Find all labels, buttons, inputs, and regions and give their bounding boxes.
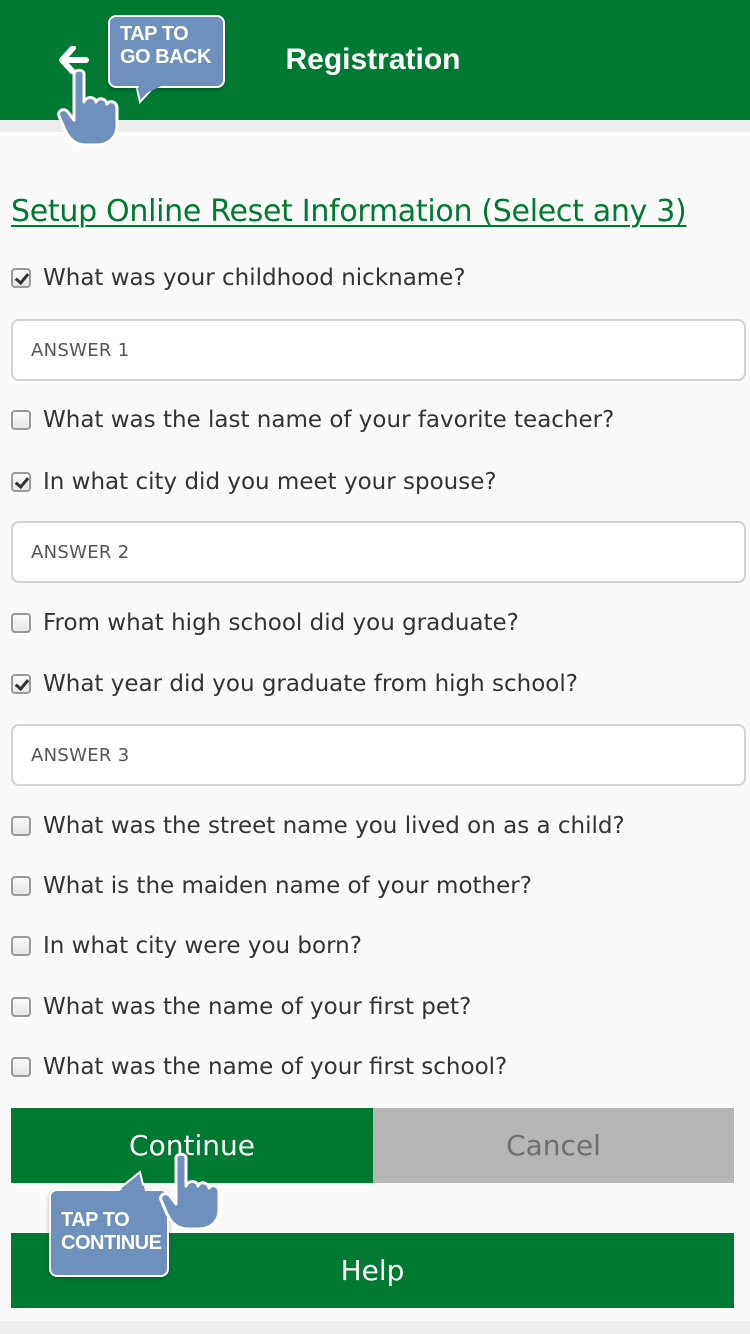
question-label-4: From what high school did you graduate? [43, 610, 519, 636]
checkbox-10[interactable] [11, 1057, 31, 1077]
tip-continue-tail-cover [110, 1186, 146, 1196]
checkbox-1[interactable] [11, 268, 31, 288]
checkbox-3[interactable] [11, 472, 31, 492]
question-label-6: What was the street name you lived on as… [43, 813, 625, 839]
checkbox-9[interactable] [11, 997, 31, 1017]
question-row-2[interactable]: What was the last name of your favorite … [11, 402, 614, 438]
tip-go-back-tail-cover [138, 84, 166, 96]
section-title: Setup Online Reset Information (Select a… [11, 194, 687, 229]
hand-pointer-icon [57, 68, 119, 147]
question-row-9[interactable]: What was the name of your first pet? [11, 989, 471, 1025]
checkbox-8[interactable] [11, 936, 31, 956]
bottom-bar [0, 1321, 750, 1334]
question-row-1[interactable]: What was your childhood nickname? [11, 260, 466, 296]
question-label-7: What is the maiden name of your mother? [43, 873, 532, 899]
answer-1-input[interactable] [11, 319, 746, 381]
question-row-8[interactable]: In what city were you born? [11, 928, 362, 964]
question-row-3[interactable]: In what city did you meet your spouse? [11, 464, 497, 500]
answer-3-input[interactable] [11, 724, 746, 786]
question-row-10[interactable]: What was the name of your first school? [11, 1049, 507, 1085]
question-label-8: In what city were you born? [43, 933, 362, 959]
checkbox-4[interactable] [11, 613, 31, 633]
question-row-7[interactable]: What is the maiden name of your mother? [11, 868, 532, 904]
checkbox-2[interactable] [11, 410, 31, 430]
tip-continue: TAP TO CONTINUE [49, 1189, 169, 1277]
cancel-button[interactable]: Cancel [373, 1108, 734, 1183]
question-row-6[interactable]: What was the street name you lived on as… [11, 808, 625, 844]
hand-pointer-continue-icon [159, 1152, 221, 1231]
question-label-9: What was the name of your first pet? [43, 994, 472, 1020]
question-label-3: In what city did you meet your spouse? [43, 469, 497, 495]
question-label-2: What was the last name of your favorite … [43, 407, 615, 433]
question-label-10: What was the name of your first school? [43, 1054, 508, 1080]
checkbox-7[interactable] [11, 876, 31, 896]
question-row-5[interactable]: What year did you graduate from high sch… [11, 666, 578, 702]
question-label-5: What year did you graduate from high sch… [43, 671, 578, 697]
question-label-1: What was your childhood nickname? [43, 265, 466, 291]
checkbox-6[interactable] [11, 816, 31, 836]
answer-2-input[interactable] [11, 521, 746, 583]
checkbox-5[interactable] [11, 674, 31, 694]
question-row-4[interactable]: From what high school did you graduate? [11, 605, 519, 641]
